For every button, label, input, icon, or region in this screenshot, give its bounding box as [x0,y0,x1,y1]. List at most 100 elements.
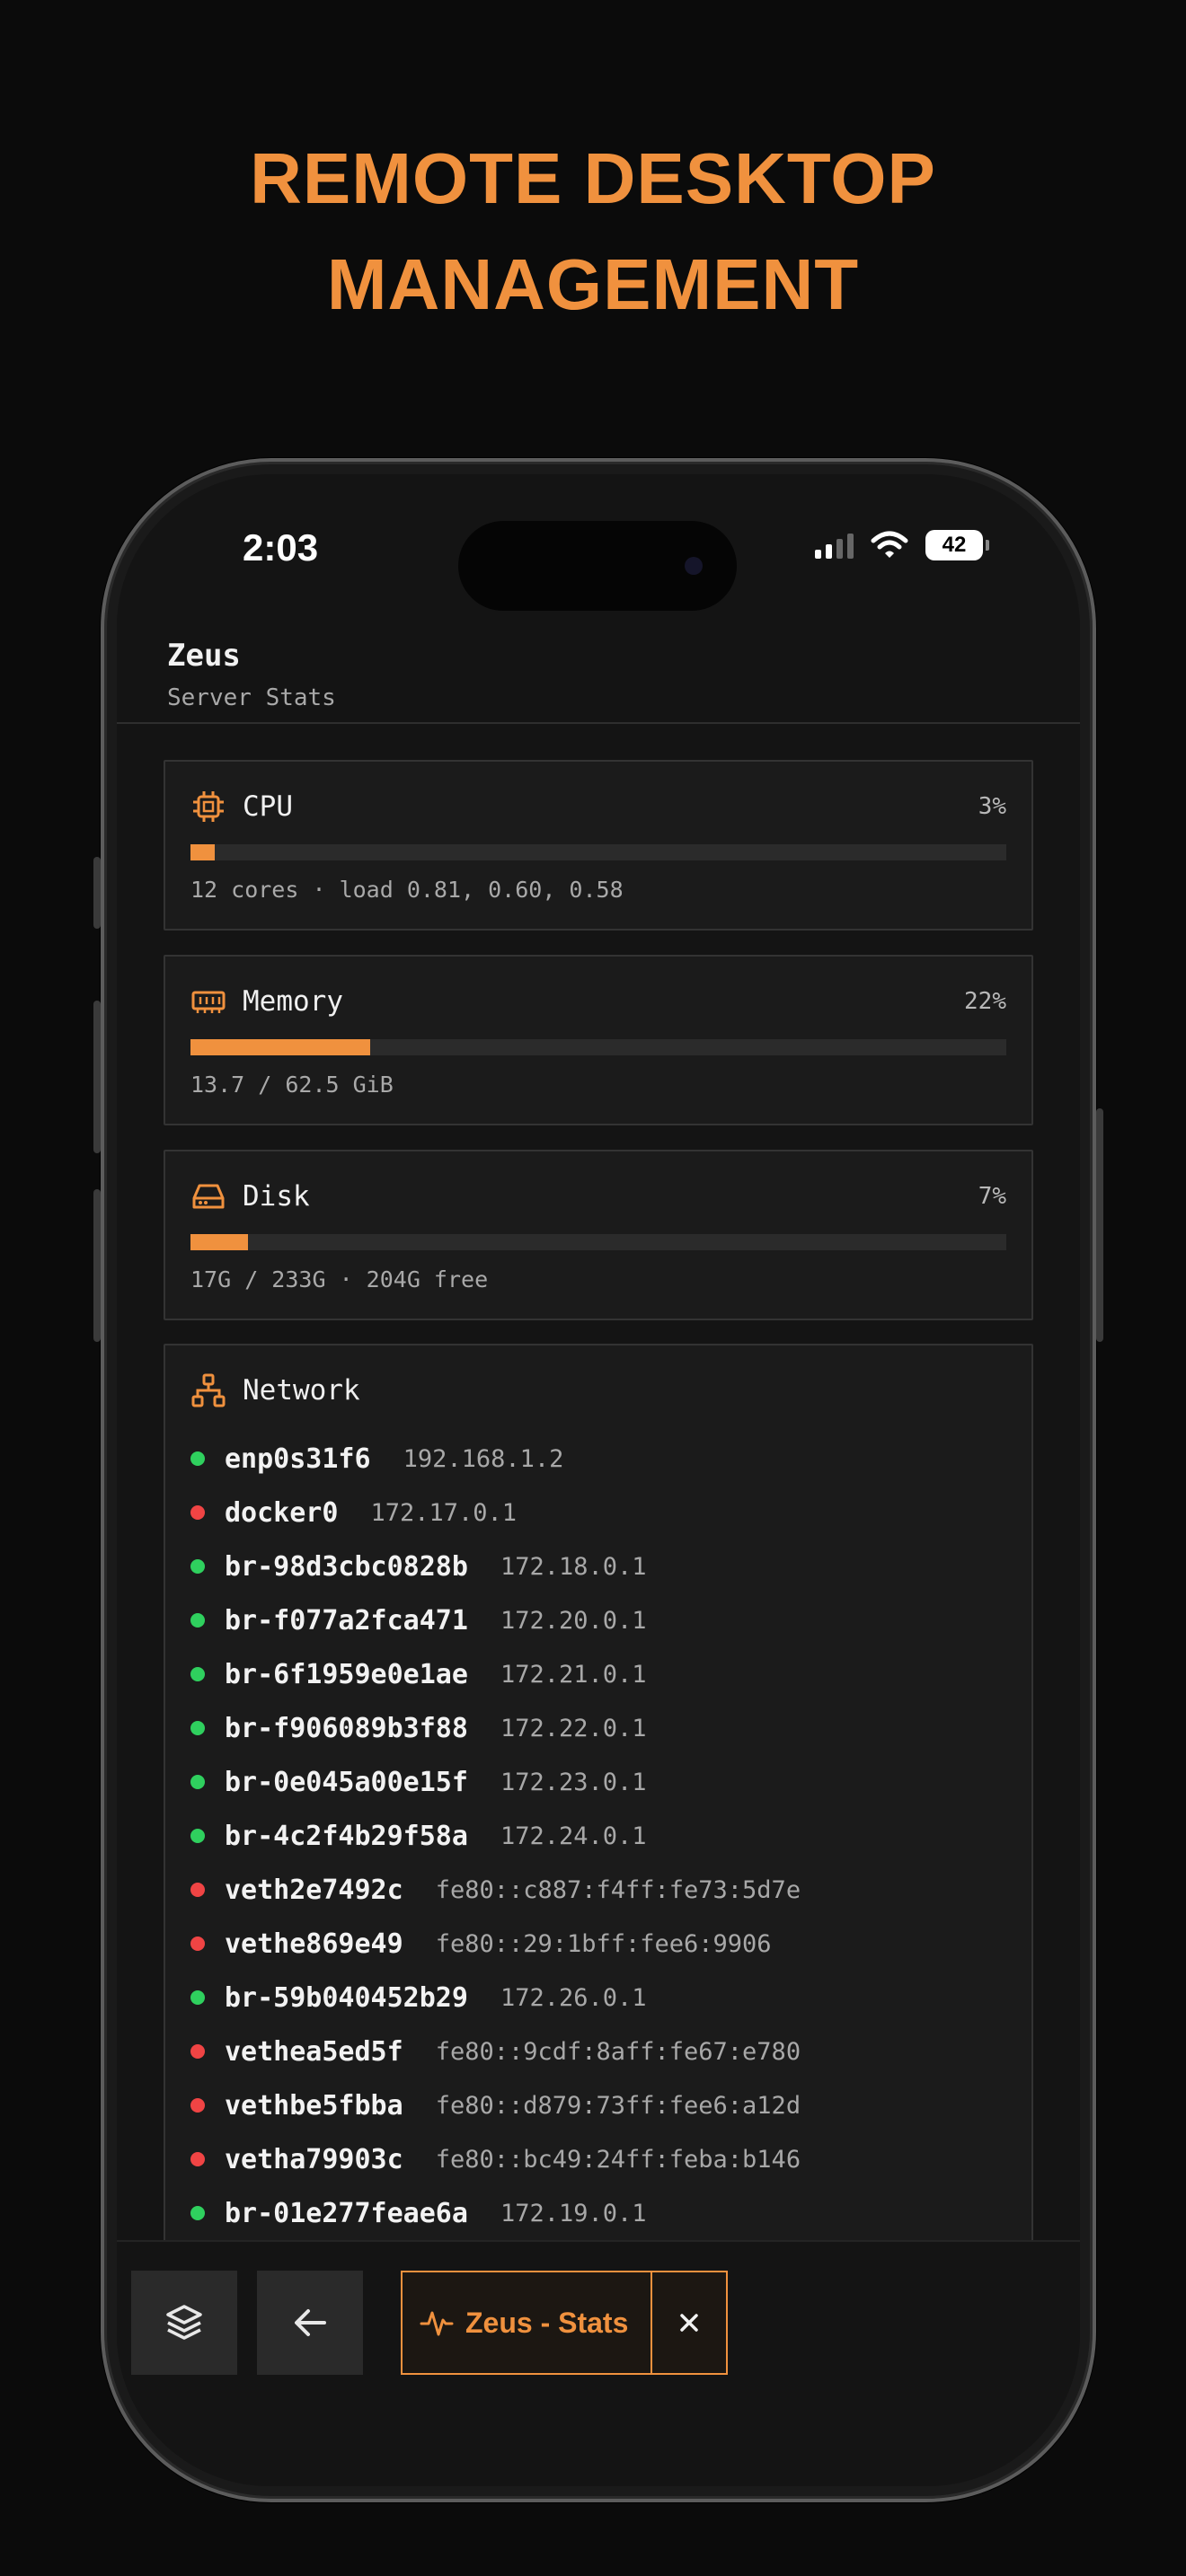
interface-address: 172.22.0.1 [500,1714,647,1742]
status-up-dot [190,1667,205,1681]
promo-headline: REMOTE DESKTOP MANAGEMENT [0,126,1186,338]
interface-address: 172.26.0.1 [500,1983,647,2012]
memory-title: Memory [243,985,343,1018]
interface-name: br-01e277feae6a [225,2197,468,2229]
network-title: Network [243,1374,360,1407]
network-interface-row: br-59b040452b29 172.26.0.1 [190,1971,1013,2025]
cpu-detail: 12 cores · load 0.81, 0.60, 0.58 [190,877,624,903]
interface-name: br-4c2f4b29f58a [225,1820,468,1852]
memory-detail: 13.7 / 62.5 GiB [190,1072,394,1098]
memory-percent: 22% [964,988,1006,1015]
status-up-dot [190,1829,205,1843]
interface-address: 172.23.0.1 [500,1768,647,1796]
interface-name: enp0s31f6 [225,1442,371,1475]
interface-address: 172.21.0.1 [500,1660,647,1689]
interface-address: 192.168.1.2 [403,1444,564,1473]
interface-name: br-59b040452b29 [225,1981,468,2014]
arrow-left-icon [295,2309,326,2336]
interface-name: vethea5ed5f [225,2035,403,2068]
interface-address: fe80::9cdf:8aff:fe67:e780 [435,2037,801,2066]
cpu-chip-icon [193,791,224,822]
interface-address: 172.20.0.1 [500,1606,647,1635]
hard-drive-icon [192,1184,225,1209]
interface-address: 172.17.0.1 [370,1498,517,1527]
network-interface-row: vethe869e49 fe80::29:1bff:fee6:9906 [190,1917,1013,1971]
page-subtitle: Server Stats [167,684,336,711]
status-down-dot [190,1936,205,1951]
cpu-title: CPU [243,790,293,823]
volume-down-button [93,1189,101,1342]
interface-address: fe80::c887:f4ff:fe73:5d7e [435,1875,801,1904]
interface-address: 172.18.0.1 [500,1552,647,1581]
power-button [1096,1108,1103,1342]
close-tab-button[interactable] [651,2272,726,2373]
layers-icon [166,2305,202,2340]
network-interface-row: vethea5ed5f fe80::9cdf:8aff:fe67:e780 [190,2025,1013,2078]
network-interface-list: enp0s31f6 192.168.1.2 docker0 172.17.0.1 br-… [190,1432,1013,2240]
disk-card: Disk 7% 17G / 233G · 204G free [164,1150,1033,1320]
activity-pulse-icon [420,2311,454,2336]
interface-address: 172.19.0.1 [500,2199,647,2228]
memory-usage-bar [190,1039,1006,1055]
sessions-button[interactable] [131,2271,237,2375]
interface-name: vethbe5fbba [225,2089,403,2122]
network-interface-row: br-f077a2fca471 172.20.0.1 [190,1593,1013,1647]
app-header: Zeus Server Stats [117,627,1080,724]
status-down-dot [190,1505,205,1520]
dynamic-island [458,521,737,611]
interface-address: fe80::d879:73ff:fee6:a12d [435,2091,801,2120]
network-interface-row: vethbe5fbba fe80::d879:73ff:fee6:a12d [190,2078,1013,2132]
tab-label: Zeus - Stats [465,2306,629,2339]
network-interface-row: br-01e277feae6a 172.19.0.1 [190,2186,1013,2240]
network-interface-row: br-f906089b3f88 172.22.0.1 [190,1701,1013,1755]
network-interface-row: vetha79903c fe80::bc49:24ff:feba:b146 [190,2132,1013,2186]
disk-usage-fill [190,1234,248,1250]
status-time: 2:03 [243,526,319,569]
interface-name: veth2e7492c [225,1874,403,1906]
cpu-usage-fill [190,844,216,860]
disk-title: Disk [243,1180,310,1213]
interface-name: vethe869e49 [225,1928,403,1960]
interface-address: fe80::29:1bff:fee6:9906 [435,1929,772,1958]
active-session-tab[interactable]: Zeus - Stats [401,2271,728,2375]
status-up-dot [190,1775,205,1789]
status-up-dot [190,2206,205,2220]
status-down-dot [190,2044,205,2059]
network-interface-row: br-4c2f4b29f58a 172.24.0.1 [190,1809,1013,1863]
wifi-icon [871,531,908,558]
interface-address: fe80::bc49:24ff:feba:b146 [435,2145,801,2174]
network-interface-row: br-6f1959e0e1ae 172.21.0.1 [190,1647,1013,1701]
interface-name: br-0e045a00e15f [225,1766,468,1798]
cpu-usage-bar [190,844,1006,860]
cpu-percent: 3% [978,793,1006,820]
status-up-dot [190,1990,205,2005]
interface-name: br-98d3cbc0828b [225,1550,468,1583]
network-icon [191,1373,226,1407]
memory-card: Memory 22% 13.7 / 62.5 GiB [164,955,1033,1125]
disk-detail: 17G / 233G · 204G free [190,1266,489,1292]
interface-name: br-f077a2fca471 [225,1604,468,1636]
status-up-dot [190,1613,205,1628]
interface-name: br-6f1959e0e1ae [225,1658,468,1690]
phone-screen: 2:03 42 Zeus Server Stats CPU 3% 12 core… [117,474,1080,2486]
battery-icon: 42 [925,530,989,560]
disk-usage-bar [190,1234,1006,1250]
server-title: Zeus [167,638,241,674]
action-button [93,857,101,929]
headline-line-2: MANAGEMENT [326,244,860,324]
network-interface-row: enp0s31f6 192.168.1.2 [190,1432,1013,1486]
interface-name: vetha79903c [225,2143,403,2175]
status-up-dot [190,1451,205,1466]
disk-percent: 7% [978,1183,1006,1210]
volume-up-button [93,1001,101,1153]
status-down-dot [190,1883,205,1897]
camera-icon [685,557,703,575]
close-icon [680,2314,698,2332]
status-up-dot [190,1559,205,1574]
network-interface-row: br-0e045a00e15f 172.23.0.1 [190,1755,1013,1809]
network-interface-row: docker0 172.17.0.1 [190,1486,1013,1539]
status-down-dot [190,2152,205,2166]
back-button[interactable] [257,2271,363,2375]
status-up-dot [190,1721,205,1735]
memory-icon [191,991,226,1013]
